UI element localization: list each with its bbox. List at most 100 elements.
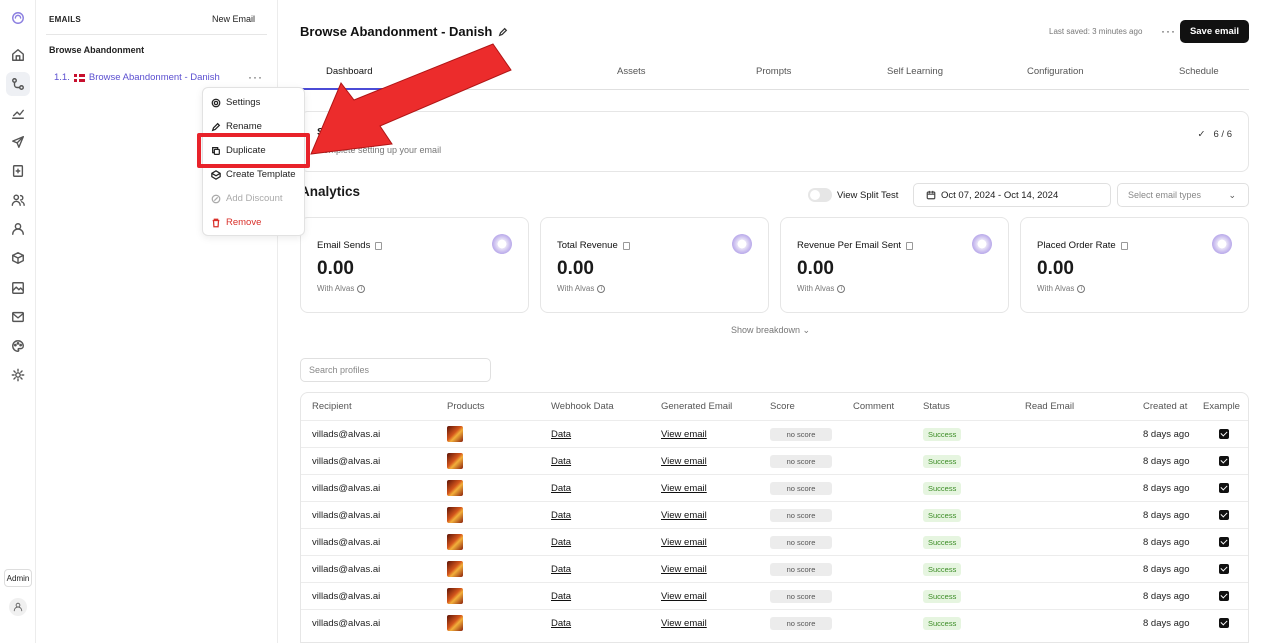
flows-icon[interactable] <box>6 72 30 96</box>
menu-settings[interactable]: Settings <box>211 97 260 108</box>
product-thumbnail[interactable] <box>447 453 463 469</box>
product-thumbnail[interactable] <box>447 561 463 577</box>
table-row: villads@alvas.ai Data View email no score Su… <box>301 474 1248 501</box>
info-circle-icon[interactable]: i <box>1077 284 1086 293</box>
menu-add-discount[interactable]: Add Discount <box>211 193 283 204</box>
tab-configuration[interactable]: Configuration <box>1027 66 1084 77</box>
menu-add-discount-label: Add Discount <box>226 193 283 204</box>
calendar-icon <box>926 190 936 200</box>
recipient-cell: villads@alvas.ai <box>312 591 381 602</box>
info-icon[interactable] <box>1120 241 1128 250</box>
settings-icon[interactable] <box>8 365 28 385</box>
discount-icon <box>211 194 221 203</box>
example-checkbox[interactable] <box>1219 429 1229 439</box>
view-email-link[interactable]: View email <box>661 510 707 521</box>
box-icon[interactable] <box>8 248 28 268</box>
view-email-link[interactable]: View email <box>661 618 707 629</box>
product-thumbnail[interactable] <box>447 615 463 631</box>
save-email-button[interactable]: Save email <box>1180 20 1249 43</box>
score-badge: no score <box>770 509 832 522</box>
home-icon[interactable] <box>8 45 28 65</box>
menu-remove[interactable]: Remove <box>211 217 261 228</box>
tab-texts[interactable]: Texts <box>479 66 501 77</box>
view-email-link[interactable]: View email <box>661 456 707 467</box>
menu-settings-label: Settings <box>226 97 261 108</box>
webhook-data-link[interactable]: Data <box>551 510 571 521</box>
email-types-select[interactable]: Select email types ⌄ <box>1117 183 1249 207</box>
example-checkbox[interactable] <box>1219 456 1229 466</box>
date-range-text: Oct 07, 2024 - Oct 14, 2024 <box>941 189 1059 201</box>
product-thumbnail[interactable] <box>447 480 463 496</box>
webhook-data-link[interactable]: Data <box>551 483 571 494</box>
show-breakdown-button[interactable]: Show breakdown ⌄ <box>731 325 810 336</box>
info-circle-icon[interactable]: i <box>837 284 846 293</box>
tab-self-learning[interactable]: Self Learning <box>887 66 943 77</box>
view-email-link[interactable]: View email <box>661 483 707 494</box>
webhook-data-link[interactable]: Data <box>551 456 571 467</box>
product-thumbnail[interactable] <box>447 507 463 523</box>
users-icon[interactable] <box>8 190 28 210</box>
example-checkbox[interactable] <box>1219 591 1229 601</box>
example-checkbox[interactable] <box>1219 510 1229 520</box>
email-context-menu: Settings Rename Duplicate Create Templat… <box>197 87 310 236</box>
menu-create-template[interactable]: Create Template <box>211 169 296 180</box>
card-total-revenue: Total Revenue 0.00 With Alvas i <box>540 217 769 313</box>
info-icon[interactable] <box>622 241 630 250</box>
palette-icon[interactable] <box>8 336 28 356</box>
user-icon[interactable] <box>8 219 28 239</box>
product-thumbnail[interactable] <box>447 534 463 550</box>
view-email-link[interactable]: View email <box>661 591 707 602</box>
col-recipient: Recipient <box>312 401 352 412</box>
product-thumbnail[interactable] <box>447 588 463 604</box>
product-thumbnail[interactable] <box>447 426 463 442</box>
example-checkbox[interactable] <box>1219 564 1229 574</box>
score-badge: no score <box>770 617 832 630</box>
view-email-link[interactable]: View email <box>661 564 707 575</box>
example-checkbox[interactable] <box>1219 618 1229 628</box>
tab-prompts[interactable]: Prompts <box>756 66 791 77</box>
mail-icon[interactable] <box>8 307 28 327</box>
tab-schedule[interactable]: Schedule <box>1179 66 1219 77</box>
setup-card[interactable]: Setup Complete setting up your email ✓ 6 … <box>300 111 1249 172</box>
chart-icon[interactable] <box>8 103 28 123</box>
template-icon <box>211 169 221 180</box>
alvas-logo-icon <box>972 234 992 254</box>
email-item[interactable]: 1.1. Browse Abandonment - Danish <box>54 72 220 83</box>
split-test-label: View Split Test <box>837 190 899 201</box>
new-email-button[interactable]: New Email <box>212 14 255 24</box>
table-row: villads@alvas.ai Data View email no score Su… <box>301 420 1248 447</box>
image-icon[interactable] <box>8 278 28 298</box>
webhook-data-link[interactable]: Data <box>551 591 571 602</box>
edit-title-icon[interactable] <box>498 27 508 37</box>
info-circle-icon[interactable]: i <box>357 284 366 293</box>
example-checkbox[interactable] <box>1219 537 1229 547</box>
tab-assets[interactable]: Assets <box>617 66 646 77</box>
split-test-toggle[interactable] <box>808 188 832 202</box>
setup-subtitle: Complete setting up your email <box>317 145 442 155</box>
email-item-more-button[interactable]: ··· <box>248 70 263 84</box>
logo-icon[interactable] <box>8 8 28 28</box>
webhook-data-link[interactable]: Data <box>551 564 571 575</box>
header-more-button[interactable]: ··· <box>1161 24 1176 38</box>
info-icon[interactable] <box>906 241 914 250</box>
info-circle-icon[interactable]: i <box>597 284 606 293</box>
page-title: Browse Abandonment - Danish <box>300 24 508 39</box>
webhook-data-link[interactable]: Data <box>551 429 571 440</box>
send-icon[interactable] <box>8 132 28 152</box>
admin-badge[interactable]: Admin <box>4 569 32 587</box>
recipient-cell: villads@alvas.ai <box>312 510 381 521</box>
info-icon[interactable] <box>375 241 383 250</box>
view-email-link[interactable]: View email <box>661 537 707 548</box>
view-email-link[interactable]: View email <box>661 429 707 440</box>
webhook-data-link[interactable]: Data <box>551 537 571 548</box>
danish-flag-icon <box>73 73 85 82</box>
tab-dashboard[interactable]: Dashboard <box>326 66 372 77</box>
avatar[interactable] <box>9 598 27 616</box>
search-profiles-input[interactable]: Search profiles <box>300 358 491 382</box>
import-icon[interactable] <box>8 161 28 181</box>
example-checkbox[interactable] <box>1219 483 1229 493</box>
webhook-data-link[interactable]: Data <box>551 618 571 629</box>
date-range-picker[interactable]: Oct 07, 2024 - Oct 14, 2024 <box>913 183 1111 207</box>
menu-rename[interactable]: Rename <box>211 121 262 132</box>
card-placed-order-rate: Placed Order Rate 0.00 With Alvas i <box>1020 217 1249 313</box>
